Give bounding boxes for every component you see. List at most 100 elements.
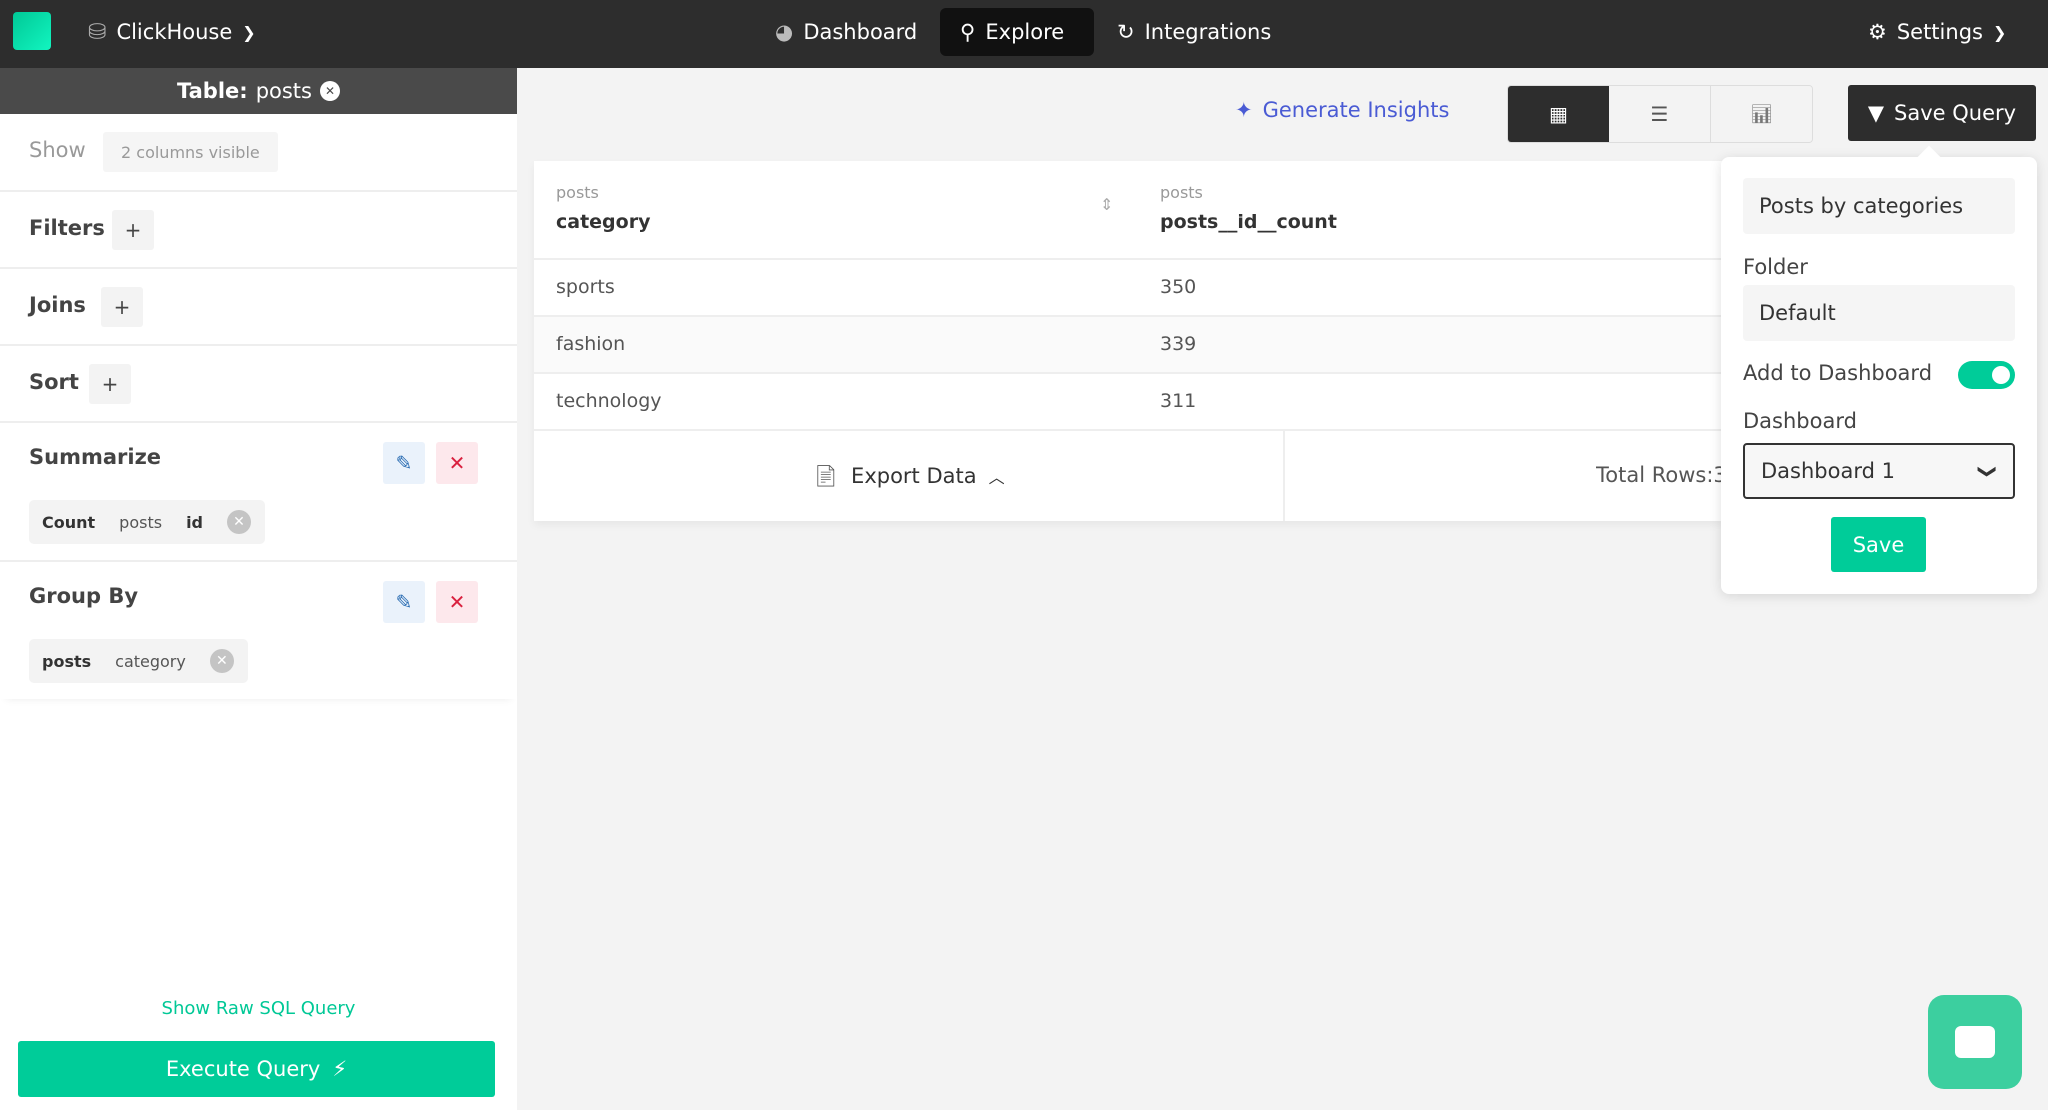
view-toggle: ▦ ☰ 📊︎ — [1507, 85, 1813, 143]
dashboard-value: Dashboard 1 — [1761, 459, 1895, 483]
bar-chart-icon: 📊︎ — [1750, 103, 1773, 125]
app-logo[interactable] — [13, 12, 51, 50]
lightning-icon: ⚡︎ — [332, 1057, 348, 1081]
close-icon: ✕ — [448, 590, 466, 614]
nav-explore[interactable]: ⚲ Explore — [940, 8, 1094, 56]
export-data-button[interactable]: 📄︎ Export Data ︿ — [534, 431, 1285, 521]
column-table-name: posts — [1160, 183, 1203, 202]
cell-count: 350 — [1160, 276, 1197, 298]
table-name: posts — [119, 512, 163, 532]
chart-view-button[interactable]: 📊︎ — [1711, 86, 1812, 142]
filter-icon: ▼ — [1867, 101, 1885, 125]
csv-file-icon: 📄︎ — [812, 463, 840, 488]
show-section: Show 2 columns visible — [0, 114, 517, 192]
joins-label: Joins — [29, 293, 86, 317]
query-builder-sidebar: Table: posts ✕ Show 2 columns visible Fi… — [0, 68, 517, 1110]
folder-label: Folder — [1743, 255, 1808, 279]
joins-section: Joins + — [0, 269, 517, 346]
chat-button[interactable] — [1928, 995, 2022, 1089]
column-table-name: posts — [556, 183, 599, 202]
database-selector[interactable]: ⛁ ClickHouse ❯ — [88, 8, 256, 56]
generate-insights-label: Generate Insights — [1262, 98, 1450, 122]
table-label: Table: — [177, 79, 248, 103]
nav-integrations[interactable]: ↻ Integrations — [1097, 8, 1291, 56]
chevron-down-icon: ❯ — [242, 22, 256, 42]
table-view-button[interactable]: ▦ — [1508, 86, 1609, 142]
table-header: Table: posts ✕ — [0, 68, 517, 114]
popover-arrow — [1917, 145, 1941, 169]
cell-category: technology — [556, 390, 662, 412]
dashboard-gauge-icon: ◕ — [775, 20, 794, 44]
add-filter-button[interactable]: + — [112, 210, 154, 250]
chat-bubble-icon — [1955, 1026, 1995, 1058]
list-view-button[interactable]: ☰ — [1609, 86, 1711, 142]
nav-label: Dashboard — [803, 20, 918, 44]
remove-icon[interactable]: ✕ — [209, 649, 234, 673]
search-icon: ⚲ — [960, 20, 976, 44]
table-icon: ▦ — [1549, 102, 1568, 126]
cell-count: 339 — [1160, 333, 1197, 355]
filters-label: Filters — [29, 216, 105, 240]
save-query-button[interactable]: ▼ Save Query — [1848, 85, 2036, 141]
table-row: sports 350 — [534, 258, 1724, 315]
save-query-popover: Posts by categories Folder Default Add t… — [1721, 145, 2037, 594]
summarize-section: Summarize ✎ ✕ Count posts id ✕ — [0, 423, 517, 562]
total-rows: Total Rows:3 — [1596, 463, 1724, 487]
table-footer: 📄︎ Export Data ︿ Total Rows:3 — [534, 429, 1724, 521]
table-name: posts — [42, 651, 92, 671]
show-raw-sql-link[interactable]: Show Raw SQL Query — [0, 998, 517, 1019]
query-name-input[interactable]: Posts by categories — [1743, 178, 2015, 234]
column-header-count[interactable]: posts__id__count — [1160, 211, 1337, 233]
toggle-knob — [1992, 366, 2010, 384]
table-name: posts — [255, 79, 312, 103]
delete-group-by-button[interactable]: ✕ — [436, 581, 478, 623]
save-query-label: Save Query — [1894, 101, 2017, 125]
edit-group-by-button[interactable]: ✎ — [383, 581, 425, 623]
chevron-down-icon: ❯ — [1992, 22, 2007, 42]
group-by-label: Group By — [29, 584, 139, 608]
column-name: id — [186, 512, 203, 532]
edit-summarize-button[interactable]: ✎ — [383, 442, 425, 484]
list-icon: ☰ — [1650, 102, 1669, 126]
delete-summarize-button[interactable]: ✕ — [436, 442, 478, 484]
show-label: Show — [29, 138, 86, 162]
database-icon: ⛁ — [88, 19, 107, 45]
column-name: category — [115, 651, 186, 671]
close-table-icon[interactable]: ✕ — [319, 81, 340, 101]
pencil-icon: ✎ — [395, 590, 413, 614]
settings-label: Settings — [1896, 20, 1983, 44]
group-by-section: Group By ✎ ✕ posts category ✕ — [0, 562, 517, 699]
nav-label: Integrations — [1144, 20, 1272, 44]
table-row: fashion 339 — [534, 315, 1724, 372]
nav-label: Explore — [985, 20, 1065, 44]
pencil-icon: ✎ — [395, 451, 413, 475]
save-button[interactable]: Save — [1831, 517, 1926, 572]
summarize-label: Summarize — [29, 445, 162, 469]
remove-icon[interactable]: ✕ — [227, 510, 251, 534]
add-sort-button[interactable]: + — [89, 364, 131, 404]
execute-query-button[interactable]: Execute Query ⚡︎ — [18, 1041, 495, 1097]
generate-insights-button[interactable]: ✦ Generate Insights — [1235, 98, 1449, 122]
column-header-category[interactable]: category — [556, 211, 650, 233]
gear-icon: ⚙ — [1868, 20, 1887, 44]
cell-count: 311 — [1160, 390, 1197, 412]
close-icon: ✕ — [448, 451, 466, 475]
group-by-pill[interactable]: posts category ✕ — [29, 639, 248, 683]
export-label: Export Data — [851, 464, 977, 488]
table-row: technology 311 — [534, 372, 1724, 429]
folder-input[interactable]: Default — [1743, 285, 2015, 341]
nav-dashboard[interactable]: ◕ Dashboard — [755, 8, 937, 56]
settings-menu[interactable]: ⚙ Settings ❯ — [1868, 8, 2006, 56]
columns-visible-button[interactable]: 2 columns visible — [103, 132, 278, 172]
sort-label: Sort — [29, 370, 79, 394]
add-join-button[interactable]: + — [101, 287, 143, 327]
filters-section: Filters + — [0, 192, 517, 269]
chevron-up-icon: ︿ — [988, 468, 1005, 487]
summarize-pill[interactable]: Count posts id ✕ — [29, 500, 265, 544]
cell-category: sports — [556, 276, 615, 298]
top-nav-bar: ⛁ ClickHouse ❯ ◕ Dashboard ⚲ Explore ↻ I… — [0, 0, 2048, 68]
sort-icon[interactable]: ⇕ — [1100, 195, 1113, 214]
add-to-dashboard-toggle[interactable] — [1958, 361, 2015, 389]
dashboard-select[interactable]: Dashboard 1 ❯ — [1743, 443, 2015, 499]
add-to-dashboard-label: Add to Dashboard — [1743, 361, 1933, 385]
